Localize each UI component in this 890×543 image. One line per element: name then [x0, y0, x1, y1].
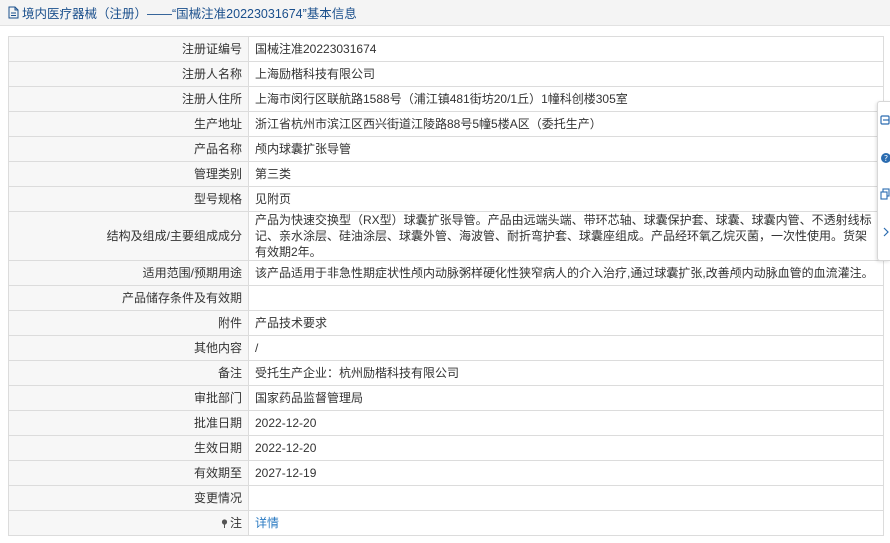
row-value: 2022-12-20: [248, 410, 884, 436]
chevron-right-icon[interactable]: [880, 226, 890, 238]
table-row: 结构及组成/主要组成成分 产品为快速交换型（RX型）球囊扩张导管。产品由远端头端、…: [8, 211, 884, 261]
table-row: 注册证编号 国械注准20223031674: [8, 36, 884, 62]
row-label: 适用范围/预期用途: [8, 260, 249, 286]
table-row: 产品名称 颅内球囊扩张导管: [8, 136, 884, 162]
table-row: 适用范围/预期用途 该产品适用于非急性期症状性颅内动脉粥样硬化性狭窄病人的介入治疗…: [8, 260, 884, 286]
table-row: 生产地址 浙江省杭州市滨江区西兴街道江陵路88号5幢5楼A区（委托生产）: [8, 111, 884, 137]
row-value: [248, 485, 884, 511]
row-value: 产品为快速交换型（RX型）球囊扩张导管。产品由远端头端、带环芯轴、球囊保护套、球…: [248, 211, 884, 261]
table-row: 产品储存条件及有效期: [8, 285, 884, 311]
row-label: 审批部门: [8, 385, 249, 411]
row-label: 附件: [8, 310, 249, 336]
note-label-cell: 注: [8, 510, 249, 536]
copy-icon[interactable]: [880, 188, 890, 200]
row-label: 批准日期: [8, 410, 249, 436]
row-value: 第三类: [248, 161, 884, 187]
row-value: /: [248, 335, 884, 361]
row-value: 见附页: [248, 186, 884, 212]
row-value: 颅内球囊扩张导管: [248, 136, 884, 162]
row-label: 注册人名称: [8, 61, 249, 87]
row-label: 注: [229, 516, 242, 530]
table-row: 注册人住所 上海市闵行区联航路1588号（浦江镇481街坊20/1丘）1幢科创楼3…: [8, 86, 884, 112]
row-label: 管理类别: [8, 161, 249, 187]
table-row: 备注 受托生产企业：杭州励楷科技有限公司: [8, 360, 884, 386]
table-row: 有效期至 2027-12-19: [8, 460, 884, 486]
floating-toolbar: ?: [877, 101, 890, 261]
row-label: 备注: [8, 360, 249, 386]
document-icon: [8, 6, 19, 19]
details-link[interactable]: 详情: [255, 516, 279, 530]
table-row: 注册人名称 上海励楷科技有限公司: [8, 61, 884, 87]
table-row: 批准日期 2022-12-20: [8, 410, 884, 436]
table-row: 审批部门 国家药品监督管理局: [8, 385, 884, 411]
row-label: 型号规格: [8, 186, 249, 212]
info-table: 注册证编号 国械注准20223031674 注册人名称 上海励楷科技有限公司 注册人…: [8, 36, 884, 536]
row-label: 结构及组成/主要组成成分: [8, 211, 249, 261]
row-label: 生效日期: [8, 435, 249, 461]
row-value: 国家药品监督管理局: [248, 385, 884, 411]
row-label: 产品名称: [8, 136, 249, 162]
table-row: 型号规格 见附页: [8, 186, 884, 212]
page-header: 境内医疗器械（注册）——“国械注准20223031674”基本信息: [0, 0, 890, 26]
page-title: 境内医疗器械（注册）——“国械注准20223031674”基本信息: [22, 7, 357, 21]
svg-text:?: ?: [884, 154, 888, 163]
row-value: 国械注准20223031674: [248, 36, 884, 62]
table-row: 注 详情: [8, 510, 884, 536]
row-value: 受托生产企业：杭州励楷科技有限公司: [248, 360, 884, 386]
row-label: 其他内容: [8, 335, 249, 361]
table-row: 变更情况: [8, 485, 884, 511]
row-label: 产品储存条件及有效期: [8, 285, 249, 311]
table-row: 生效日期 2022-12-20: [8, 435, 884, 461]
table-row: 附件 产品技术要求: [8, 310, 884, 336]
row-value: 上海市闵行区联航路1588号（浦江镇481街坊20/1丘）1幢科创楼305室: [248, 86, 884, 112]
row-value: 上海励楷科技有限公司: [248, 61, 884, 87]
table-row: 其他内容 /: [8, 335, 884, 361]
row-value: 产品技术要求: [248, 310, 884, 336]
row-label: 注册人住所: [8, 86, 249, 112]
pin-icon: [221, 519, 228, 528]
row-value: 该产品适用于非急性期症状性颅内动脉粥样硬化性狭窄病人的介入治疗,通过球囊扩张,改…: [248, 260, 884, 286]
window-icon[interactable]: [880, 114, 890, 126]
help-icon[interactable]: ?: [880, 152, 890, 164]
row-label: 注册证编号: [8, 36, 249, 62]
row-label: 生产地址: [8, 111, 249, 137]
row-value: 浙江省杭州市滨江区西兴街道江陵路88号5幢5楼A区（委托生产）: [248, 111, 884, 137]
row-label: 有效期至: [8, 460, 249, 486]
row-value: 2027-12-19: [248, 460, 884, 486]
row-value: 2022-12-20: [248, 435, 884, 461]
table-row: 管理类别 第三类: [8, 161, 884, 187]
row-value: 详情: [248, 510, 884, 536]
row-label: 变更情况: [8, 485, 249, 511]
row-value: [248, 285, 884, 311]
